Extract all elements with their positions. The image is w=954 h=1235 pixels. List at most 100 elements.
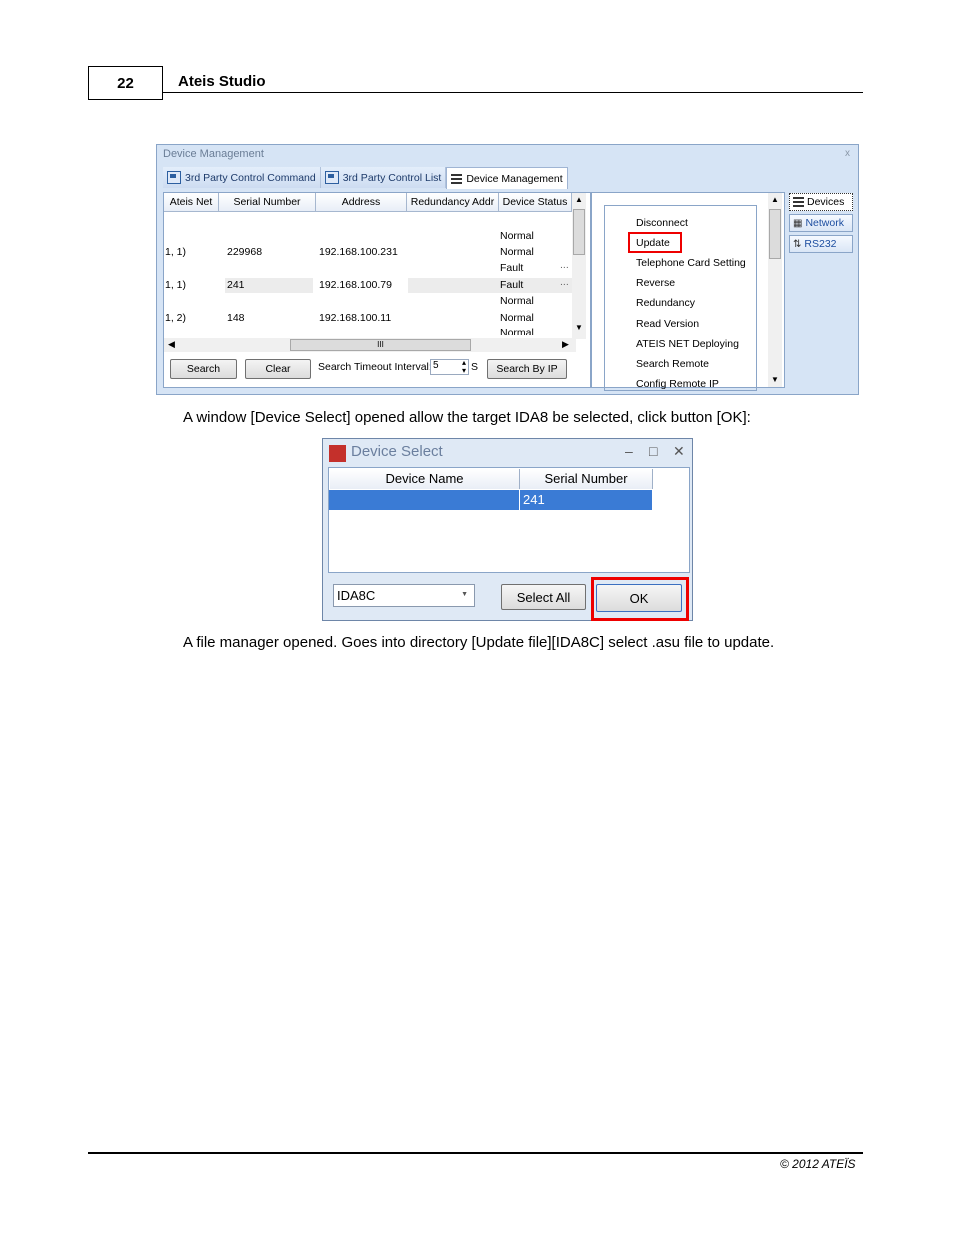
- tab-3rd-party-control-list[interactable]: 3rd Party Control List: [320, 167, 447, 188]
- command-config-remote-ip[interactable]: Config Remote IP: [636, 378, 719, 390]
- footer-copyright: © 2012 ATEÏS: [780, 1157, 856, 1171]
- vertical-scrollbar[interactable]: ▲ ▼: [768, 193, 782, 387]
- column-header[interactable]: Address: [316, 193, 407, 211]
- scroll-right-icon[interactable]: ▶: [562, 339, 569, 350]
- paragraph-file-manager: A file manager opened. Goes into directo…: [183, 634, 775, 651]
- column-header[interactable]: Serial Number: [219, 193, 316, 211]
- page-number: 22: [88, 66, 163, 100]
- scroll-up-icon[interactable]: ▲: [575, 195, 583, 204]
- ok-button[interactable]: OK: [596, 584, 682, 612]
- net-cell: 1, 1): [165, 279, 187, 291]
- nav-network[interactable]: ▦ Network: [789, 214, 853, 232]
- scroll-down-icon[interactable]: ▼: [575, 323, 583, 332]
- command-reverse[interactable]: Reverse: [636, 277, 675, 289]
- status-cell: Normal: [500, 295, 534, 307]
- ellipsis-button[interactable]: ...: [560, 259, 569, 271]
- clear-button[interactable]: Clear: [245, 359, 311, 379]
- command-redundancy[interactable]: Redundancy: [636, 297, 695, 309]
- scroll-down-icon[interactable]: ▼: [771, 375, 779, 384]
- timeout-spinner[interactable]: 5 ▴ ▾: [430, 359, 469, 375]
- column-header[interactable]: Ateis Net: [164, 193, 219, 211]
- serial-cell: 241: [523, 492, 545, 507]
- minimize-button[interactable]: –: [625, 443, 633, 459]
- serial-cell: 148: [227, 312, 245, 324]
- nav-rs232[interactable]: ⇅ RS232: [789, 235, 853, 253]
- column-header[interactable]: Device Name: [330, 469, 520, 489]
- vertical-scrollbar[interactable]: ▲ ▼: [572, 193, 586, 339]
- nav-devices[interactable]: Devices: [789, 193, 853, 211]
- device-list: Device Name Serial Number 241: [328, 467, 690, 573]
- timeout-value: 5: [433, 360, 439, 371]
- row-highlight: [408, 278, 574, 293]
- scroll-thumb[interactable]: III: [290, 339, 471, 351]
- search-button[interactable]: Search: [170, 359, 237, 379]
- tab-device-management[interactable]: Device Management: [446, 167, 568, 189]
- spinner-arrows-icon[interactable]: ▴ ▾: [462, 359, 466, 375]
- nav-panel: Devices ▦ Network ⇅ RS232: [787, 192, 855, 388]
- list-icon: [793, 197, 804, 207]
- grid-header: Ateis Net Serial Number Address Redundan…: [164, 193, 572, 212]
- command-panel: Disconnect Update Telephone Card Setting…: [591, 192, 785, 391]
- close-button[interactable]: x: [845, 148, 850, 159]
- table-row[interactable]: 241: [329, 490, 652, 510]
- footer-rule: [88, 1152, 863, 1154]
- command-disconnect[interactable]: Disconnect: [636, 217, 688, 229]
- tab-3rd-party-control-command[interactable]: 3rd Party Control Command: [163, 167, 321, 188]
- address-cell: 192.168.100.79: [319, 279, 392, 291]
- net-cell: 1, 2): [165, 312, 187, 324]
- selected-value: IDA8C: [337, 588, 376, 603]
- status-cell: Fault: [500, 279, 524, 291]
- status-cell: Fault: [500, 262, 524, 274]
- window-title: Device Management: [163, 148, 264, 160]
- column-header[interactable]: Serial Number: [520, 469, 653, 489]
- command-ateis-net-deploying[interactable]: ATEIS NET Deploying: [636, 338, 739, 350]
- app-logo-icon: [329, 445, 346, 462]
- scroll-thumb[interactable]: [769, 209, 781, 259]
- device-grid-panel: Ateis Net Serial Number Address Redundan…: [163, 192, 591, 388]
- search-by-ip-button[interactable]: Search By IP: [487, 359, 567, 379]
- command-search-remote[interactable]: Search Remote: [636, 358, 709, 370]
- monitor-icon: [324, 171, 339, 184]
- nav-label: RS232: [804, 238, 837, 250]
- nav-label: Network: [805, 217, 844, 229]
- select-all-button[interactable]: Select All: [501, 584, 586, 610]
- tab-label: 3rd Party Control Command: [185, 171, 316, 184]
- serial-cell: 241: [227, 279, 245, 291]
- timeout-label: Search Timeout Interval:: [318, 361, 432, 373]
- close-button[interactable]: ✕: [673, 443, 685, 460]
- nav-label: Devices: [807, 196, 845, 208]
- serial-cell: 229968: [227, 246, 263, 258]
- horizontal-scrollbar[interactable]: ◀ III ▶: [164, 338, 576, 352]
- command-list: Disconnect Update Telephone Card Setting…: [604, 205, 757, 391]
- command-read-version[interactable]: Read Version: [636, 318, 699, 330]
- column-header[interactable]: Redundancy Addr: [407, 193, 499, 211]
- status-cell: Normal: [500, 246, 534, 258]
- highlight-box: [628, 232, 682, 253]
- ellipsis-button[interactable]: ...: [560, 276, 569, 288]
- tab-bar: 3rd Party Control Command 3rd Party Cont…: [163, 167, 568, 189]
- scroll-thumb[interactable]: [573, 209, 585, 255]
- scroll-left-icon[interactable]: ◀: [168, 339, 175, 350]
- device-type-select[interactable]: IDA8C ▼: [333, 584, 475, 607]
- net-cell: 1, 1): [165, 246, 187, 258]
- serial-port-icon: ⇅: [793, 238, 802, 250]
- header-rule: [162, 92, 863, 93]
- list-icon: [451, 173, 463, 184]
- address-cell: 192.168.100.231: [319, 246, 398, 258]
- timeout-unit: S: [471, 361, 479, 373]
- status-cell: Normal: [500, 230, 534, 242]
- device-management-window: Device Management x 3rd Party Control Co…: [156, 144, 859, 395]
- dialog-title: Device Select: [351, 443, 443, 460]
- maximize-button[interactable]: □: [649, 443, 657, 459]
- network-icon: ▦: [793, 217, 803, 229]
- device-select-dialog: Device Select – □ ✕ Device Name Serial N…: [322, 438, 693, 621]
- status-cell: Normal: [500, 327, 534, 335]
- chevron-down-icon[interactable]: ▼: [461, 591, 468, 598]
- column-header[interactable]: Device Status: [499, 193, 572, 211]
- tab-label: Device Management: [466, 172, 563, 185]
- scroll-up-icon[interactable]: ▲: [771, 195, 779, 204]
- row-clip: Normal: [500, 327, 560, 335]
- command-telephone-card-setting[interactable]: Telephone Card Setting: [636, 257, 746, 269]
- cell-divider: [519, 490, 520, 510]
- paragraph-device-select: A window [Device Select] opened allow th…: [183, 409, 751, 426]
